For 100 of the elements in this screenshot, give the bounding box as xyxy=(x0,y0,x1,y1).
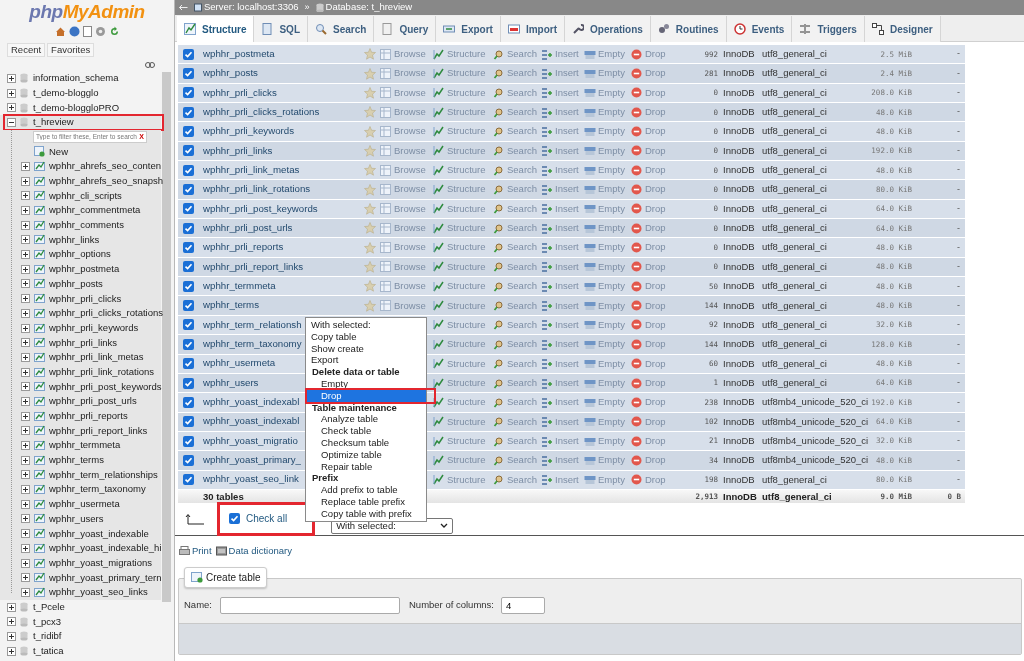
table-name-link[interactable]: wphhr_usermeta xyxy=(198,356,276,371)
action-link[interactable]: Search xyxy=(493,221,538,236)
action-link[interactable]: Empty xyxy=(584,163,625,178)
link[interactable]: Print xyxy=(179,543,212,559)
checkbox[interactable] xyxy=(182,242,194,254)
table-name-link[interactable]: wphhr_prli_links xyxy=(198,143,273,159)
action-link[interactable]: Browse xyxy=(380,143,426,158)
action-link[interactable]: Drop xyxy=(631,414,666,429)
action-link[interactable]: Insert xyxy=(541,221,579,236)
action-link[interactable]: Structure xyxy=(433,375,486,391)
action-link[interactable]: Browse xyxy=(380,182,426,197)
tree-item[interactable]: t_demo-blogglo xyxy=(33,85,99,101)
tree-item[interactable]: wphhr_prli_keywords xyxy=(49,320,139,336)
action-link[interactable]: Search xyxy=(493,472,538,487)
gear-icon[interactable] xyxy=(94,26,106,37)
checkbox[interactable] xyxy=(182,164,194,176)
table-name-link[interactable]: wphhr_termmeta xyxy=(198,279,276,294)
checkbox[interactable] xyxy=(182,377,194,389)
action-link[interactable]: Search xyxy=(493,337,538,352)
action-link[interactable]: Empty xyxy=(584,317,625,333)
tree-item[interactable]: wphhr_prli_reports xyxy=(49,409,128,424)
action-link[interactable]: Browse xyxy=(380,163,426,178)
action-link[interactable]: Structure xyxy=(433,453,486,468)
action-link[interactable]: Empty xyxy=(584,395,625,410)
expand-icon[interactable] xyxy=(7,602,16,612)
action-link[interactable]: Search xyxy=(493,317,538,333)
action-link[interactable]: Structure xyxy=(433,395,486,410)
tab[interactable]: Operations xyxy=(565,16,651,42)
table-name-link[interactable]: wphhr_yoast_migratio xyxy=(198,433,298,449)
action-link[interactable]: Structure xyxy=(433,298,486,313)
checkbox[interactable] xyxy=(182,106,194,118)
action-link[interactable]: Search xyxy=(493,47,538,62)
tree-item[interactable]: wphhr_options xyxy=(49,247,111,262)
checkbox[interactable] xyxy=(182,474,194,486)
action-link[interactable]: Structure xyxy=(433,317,486,333)
checkbox[interactable] xyxy=(182,68,194,79)
action-link[interactable]: Insert xyxy=(541,143,579,158)
action-link[interactable]: Empty xyxy=(584,414,625,429)
checkbox[interactable] xyxy=(182,416,194,428)
action-link[interactable]: Structure xyxy=(433,433,486,449)
action-link[interactable]: Drop xyxy=(631,453,666,468)
tree-item[interactable]: wphhr_yoast_seo_links xyxy=(49,585,148,600)
action-link[interactable]: Empty xyxy=(584,259,625,275)
expand-icon[interactable] xyxy=(21,352,30,362)
tree-item[interactable]: wphhr_prli_link_rotations xyxy=(49,364,155,380)
expand-icon[interactable] xyxy=(21,264,30,274)
tree-item[interactable]: wphhr_prli_link_metas xyxy=(49,350,144,365)
menu-option[interactable]: Replace table prefix xyxy=(306,495,426,508)
tree-item[interactable]: wphhr_postmeta xyxy=(49,262,120,277)
action-link[interactable]: Empty xyxy=(584,182,625,197)
action-link[interactable]: Insert xyxy=(541,337,579,352)
checkbox[interactable] xyxy=(182,87,194,99)
menu-option[interactable]: Empty xyxy=(306,378,426,390)
tree-item[interactable]: information_schema xyxy=(33,71,119,86)
star-icon[interactable] xyxy=(364,299,376,312)
table-name-link[interactable]: wphhr_prli_link_metas xyxy=(198,162,300,178)
action-link[interactable]: Drop xyxy=(631,163,666,178)
tree-item[interactable]: wphhr_ahrefs_seo_snapsh xyxy=(49,174,164,189)
action-link[interactable]: Empty xyxy=(584,105,625,120)
action-link[interactable]: Structure xyxy=(433,85,486,100)
expand-icon[interactable] xyxy=(7,646,16,656)
action-link[interactable]: Browse xyxy=(380,298,426,313)
reload-icon[interactable] xyxy=(108,26,120,37)
table-name-link[interactable]: wphhr_prli_keywords xyxy=(198,124,294,139)
tree-item[interactable]: t_tatica xyxy=(33,644,64,659)
checkbox[interactable] xyxy=(182,126,194,138)
expand-icon[interactable] xyxy=(7,631,16,641)
action-link[interactable]: Empty xyxy=(584,201,625,217)
action-link[interactable]: Structure xyxy=(433,66,486,81)
expand-icon[interactable] xyxy=(7,88,16,98)
breadcrumb-link[interactable]: Server: localhost:3306 xyxy=(204,0,299,15)
tree-item[interactable]: wphhr_comments xyxy=(49,218,124,233)
expand-icon[interactable] xyxy=(21,250,30,260)
checkbox[interactable] xyxy=(182,358,194,370)
action-link[interactable]: Drop xyxy=(631,259,666,275)
tab[interactable]: Query xyxy=(374,16,437,42)
action-link[interactable]: Empty xyxy=(584,472,625,487)
action-link[interactable]: Search xyxy=(493,395,538,410)
table-name-link[interactable]: wphhr_term_relationsh xyxy=(198,317,302,333)
checkbox[interactable] xyxy=(182,300,194,312)
action-link[interactable]: Insert xyxy=(541,105,579,120)
star-icon[interactable] xyxy=(364,202,376,215)
create-table-button[interactable]: Create table xyxy=(184,567,268,589)
action-link[interactable]: Drop xyxy=(631,375,666,391)
action-link[interactable]: Structure xyxy=(433,143,486,158)
tree-item[interactable]: wphhr_prli_post_keywords xyxy=(49,379,162,394)
action-link[interactable]: Drop xyxy=(631,85,666,100)
tree-item[interactable]: New xyxy=(49,144,68,159)
expand-icon[interactable] xyxy=(21,235,30,245)
star-icon[interactable] xyxy=(364,67,376,80)
expand-icon[interactable] xyxy=(21,220,30,230)
menu-option[interactable]: Table maintenance xyxy=(306,401,426,414)
menu-option[interactable]: Prefix xyxy=(306,472,426,485)
expand-icon[interactable] xyxy=(21,294,30,304)
expand-icon[interactable] xyxy=(21,176,30,186)
action-link[interactable]: Browse xyxy=(380,66,426,81)
tab[interactable]: Export xyxy=(436,16,501,42)
expand-icon[interactable] xyxy=(21,543,30,553)
table-name-link[interactable]: wphhr_terms xyxy=(198,298,259,313)
tree-item[interactable]: t_Pcele xyxy=(33,599,65,615)
